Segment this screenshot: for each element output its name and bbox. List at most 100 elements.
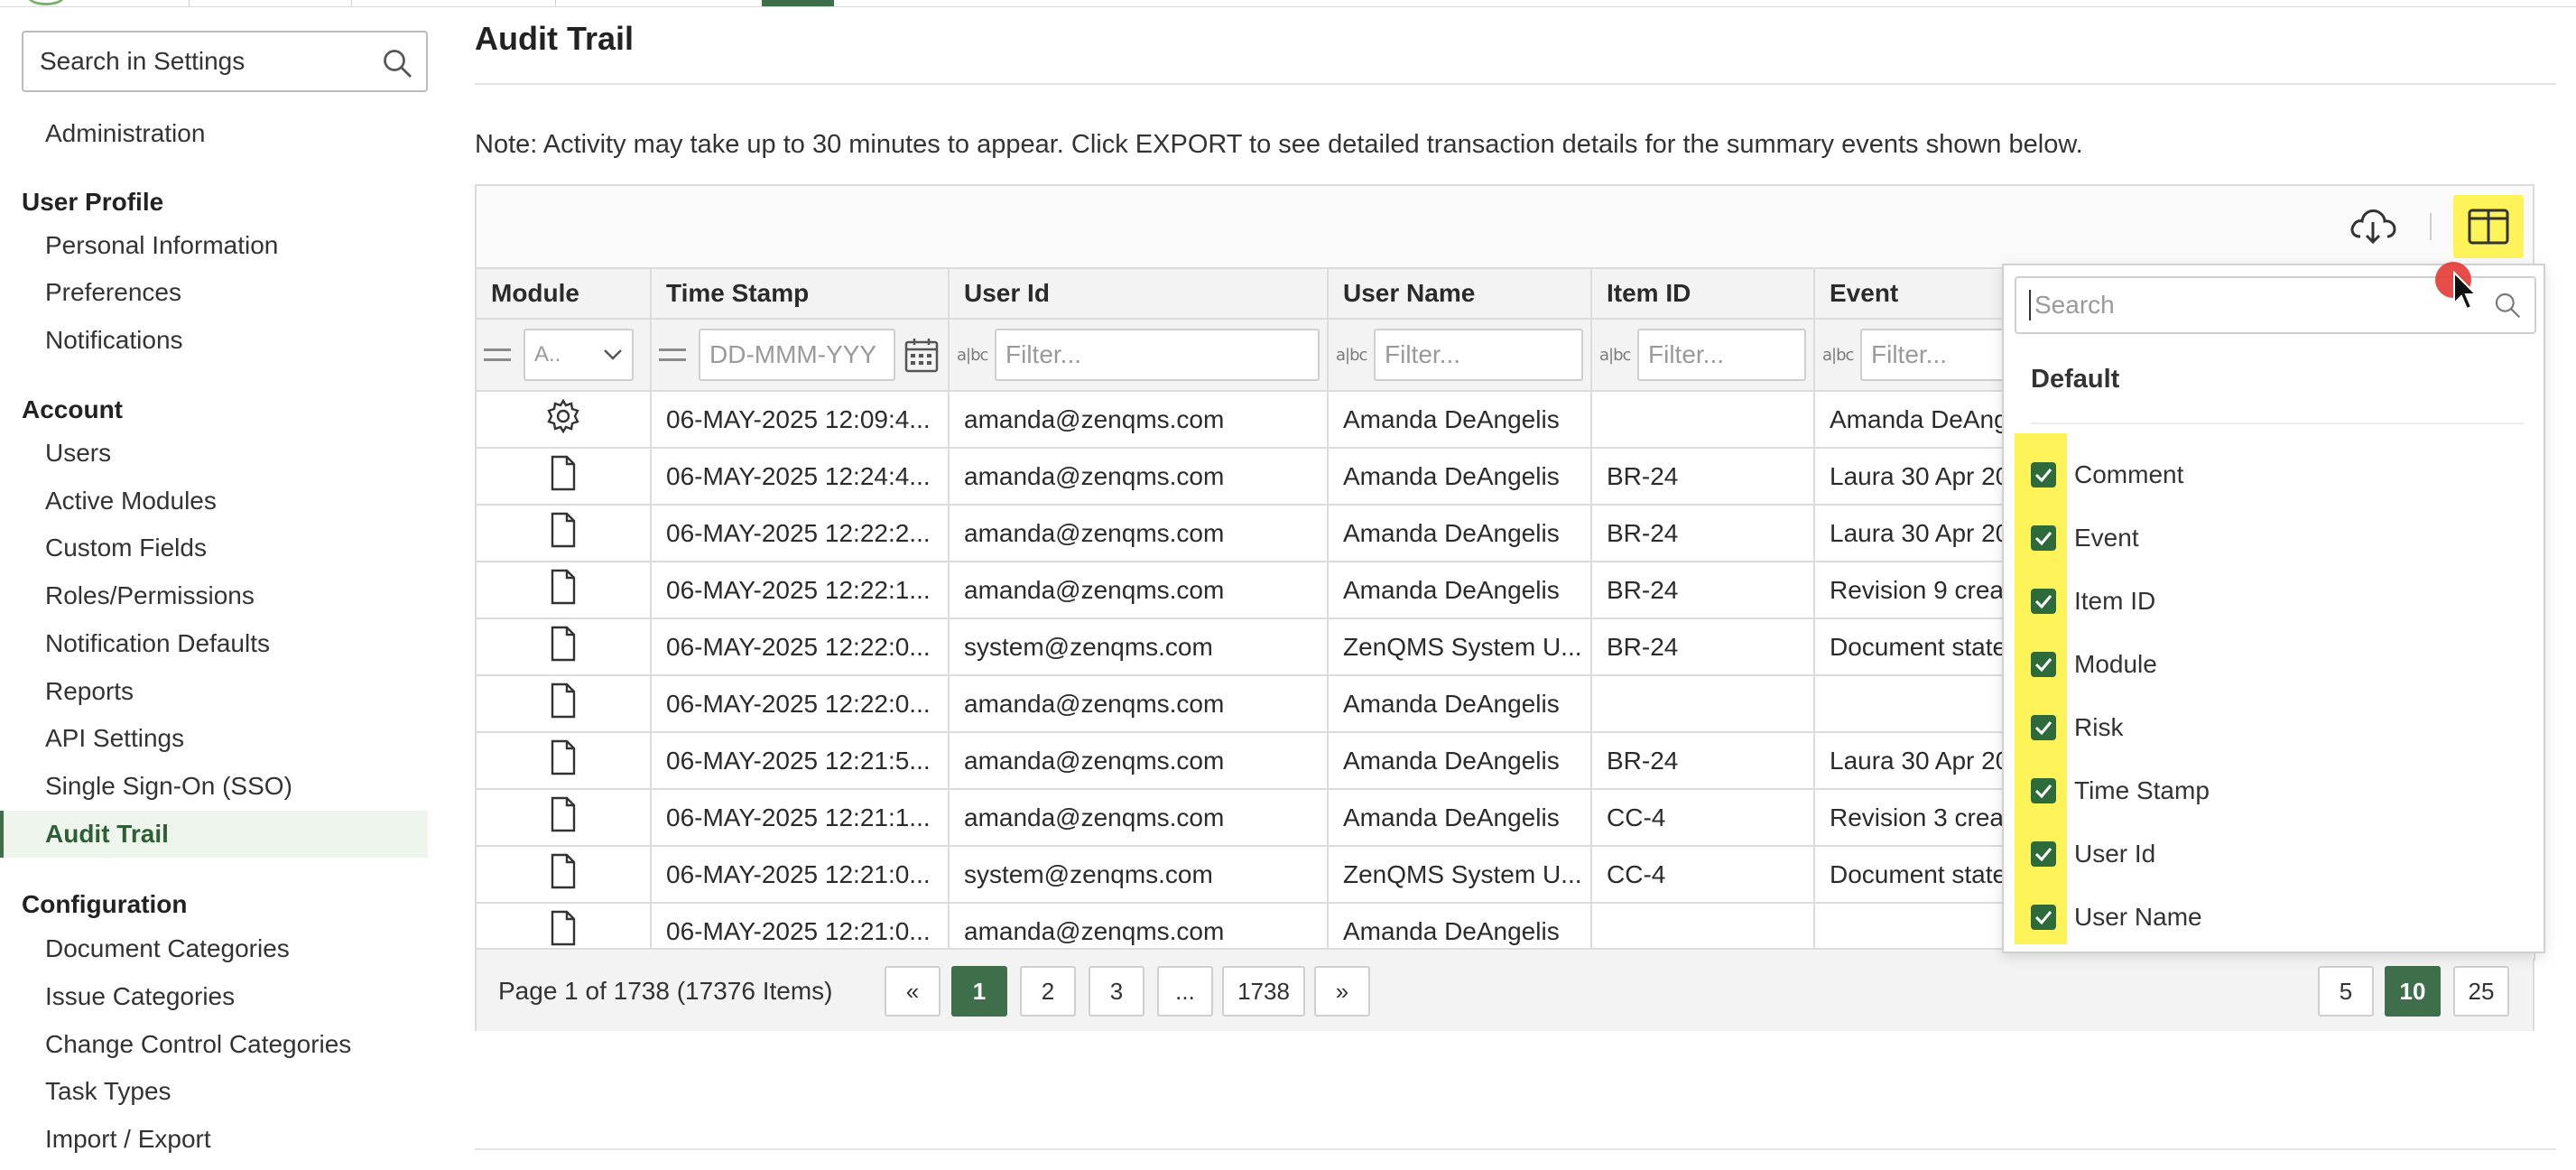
checkbox-checked-icon[interactable] — [2031, 715, 2056, 740]
calendar-icon[interactable] — [903, 336, 941, 374]
module-filter-value: A.. — [534, 342, 561, 367]
column-option[interactable]: Event — [2031, 511, 2139, 565]
document-icon — [550, 739, 577, 781]
column-option-label: User Id — [2074, 840, 2156, 868]
user-id-cell: system@zenqms.com — [949, 846, 1329, 904]
user-name-cell: Amanda DeAngelis — [1328, 675, 1592, 733]
page-size-25[interactable]: 25 — [2453, 966, 2509, 1017]
sidebar-item-api-settings[interactable]: API Settings — [0, 715, 428, 762]
sidebar-item-notification-defaults[interactable]: Notification Defaults — [0, 620, 428, 667]
sidebar-item-document-categories[interactable]: Document Categories — [0, 925, 428, 972]
checkbox-checked-icon[interactable] — [2031, 778, 2056, 803]
sidebar-item-users[interactable]: Users — [0, 430, 428, 477]
page-button-2[interactable]: 2 — [1020, 966, 1076, 1017]
column-option[interactable]: Module — [2031, 637, 2157, 692]
text-filter-icon[interactable]: a|bc — [1336, 346, 1367, 365]
page-info: Page 1 of 1738 (17376 Items) — [498, 977, 833, 1005]
equals-operator-icon[interactable] — [659, 348, 686, 361]
sidebar-item-personal-information[interactable]: Personal Information — [0, 222, 428, 269]
document-icon — [550, 682, 577, 724]
column-group-heading: Default — [2031, 365, 2120, 394]
equals-operator-icon[interactable] — [484, 348, 511, 361]
text-filter-icon[interactable]: a|bc — [1822, 346, 1854, 365]
checkbox-checked-icon[interactable] — [2031, 905, 2056, 930]
last-page-number-button[interactable]: 1738 — [1222, 966, 1305, 1017]
page-size-10[interactable]: 10 — [2385, 966, 2441, 1017]
sidebar-item-import-export[interactable]: Import / Export — [0, 1116, 428, 1163]
pagination-bar: Page 1 of 1738 (17376 Items) « 1 2 3 ...… — [477, 948, 2533, 1031]
filter-placeholder: Filter... — [1871, 340, 1948, 368]
checkbox-checked-icon[interactable] — [2031, 589, 2056, 614]
settings-sidebar: Search in Settings Administration User P… — [0, 0, 433, 1170]
sidebar-item-change-control-categories[interactable]: Change Control Categories — [0, 1021, 428, 1068]
item-id-cell: CC-4 — [1591, 789, 1815, 847]
page-ellipsis-button[interactable]: ... — [1157, 966, 1213, 1017]
document-icon — [550, 569, 577, 610]
column-option[interactable]: Comment — [2031, 448, 2183, 502]
activity-note: Note: Activity may take up to 30 minutes… — [475, 130, 2083, 159]
item-id-filter-input[interactable]: Filter... — [1637, 329, 1806, 381]
checkbox-checked-icon[interactable] — [2031, 525, 2056, 551]
user-name-cell: Amanda DeAngelis — [1328, 391, 1592, 449]
module-cell — [477, 846, 652, 904]
module-cell — [477, 675, 652, 733]
user-name-cell: Amanda DeAngelis — [1328, 789, 1592, 847]
sidebar-item-custom-fields[interactable]: Custom Fields — [0, 525, 428, 571]
sidebar-item-administration[interactable]: Administration — [0, 110, 428, 157]
text-filter-icon[interactable]: a|bc — [1599, 346, 1631, 365]
column-option[interactable]: Item ID — [2031, 574, 2155, 628]
column-header-user-name[interactable]: User Name — [1328, 267, 1592, 320]
column-option-label: Module — [2074, 650, 2157, 678]
column-header-item-id[interactable]: Item ID — [1591, 267, 1815, 320]
column-option[interactable]: User Name — [2031, 890, 2202, 944]
module-filter-select[interactable]: A.. — [524, 329, 634, 381]
checkbox-checked-icon[interactable] — [2031, 652, 2056, 677]
time-stamp-cell: 06-MAY-2025 12:22:2... — [651, 505, 950, 562]
active-top-tab[interactable] — [762, 0, 834, 6]
cloud-download-icon[interactable] — [2347, 202, 2399, 249]
column-header-module[interactable]: Module — [477, 267, 652, 320]
sidebar-item-reports[interactable]: Reports — [0, 668, 428, 715]
sidebar-item-preferences[interactable]: Preferences — [0, 269, 428, 316]
search-icon[interactable] — [381, 47, 413, 79]
user-id-filter-input[interactable]: Filter... — [995, 329, 1320, 381]
module-cell — [477, 732, 652, 790]
sidebar-heading-account: Account — [22, 395, 123, 423]
sidebar-item-sso[interactable]: Single Sign-On (SSO) — [0, 763, 428, 810]
sidebar-item-task-types[interactable]: Task Types — [0, 1068, 428, 1115]
sidebar-item-active-modules[interactable]: Active Modules — [0, 478, 428, 525]
column-option[interactable]: Time Stamp — [2031, 764, 2210, 818]
page-button-3[interactable]: 3 — [1089, 966, 1144, 1017]
column-option[interactable]: User Id — [2031, 827, 2155, 881]
column-option-label: User Name — [2074, 903, 2202, 931]
checkbox-checked-icon[interactable] — [2031, 841, 2056, 867]
document-icon — [550, 796, 577, 838]
module-cell — [477, 562, 652, 619]
page-size-5[interactable]: 5 — [2318, 966, 2374, 1017]
checkbox-checked-icon[interactable] — [2031, 462, 2056, 488]
first-page-button[interactable]: « — [885, 966, 941, 1017]
user-name-cell: Amanda DeAngelis — [1328, 732, 1592, 790]
user-name-filter-input[interactable]: Filter... — [1374, 329, 1583, 381]
sidebar-item-audit-trail[interactable]: Audit Trail — [0, 811, 428, 858]
settings-search-input[interactable]: Search in Settings — [22, 31, 428, 92]
column-header-user-id[interactable]: User Id — [949, 267, 1329, 320]
sidebar-item-notifications[interactable]: Notifications — [0, 317, 428, 364]
search-icon — [2495, 292, 2521, 319]
text-filter-icon[interactable]: a|bc — [957, 346, 988, 365]
user-id-cell: amanda@zenqms.com — [949, 562, 1329, 619]
column-option[interactable]: Risk — [2031, 701, 2123, 755]
sidebar-item-roles-permissions[interactable]: Roles/Permissions — [0, 572, 428, 619]
sidebar-item-issue-categories[interactable]: Issue Categories — [0, 973, 428, 1020]
next-page-button[interactable]: » — [1314, 966, 1370, 1017]
filter-placeholder: Filter... — [1385, 340, 1461, 368]
columns-icon — [2468, 209, 2509, 245]
column-option-label: Risk — [2074, 713, 2124, 741]
item-id-cell — [1591, 675, 1815, 733]
date-filter-placeholder: DD-MMM-YYY — [709, 340, 877, 368]
date-filter-input[interactable]: DD-MMM-YYY — [699, 329, 895, 381]
column-chooser-button[interactable] — [2453, 195, 2524, 258]
text-caret — [2029, 290, 2031, 320]
page-button-1[interactable]: 1 — [951, 966, 1007, 1017]
column-header-time-stamp[interactable]: Time Stamp — [651, 267, 950, 320]
